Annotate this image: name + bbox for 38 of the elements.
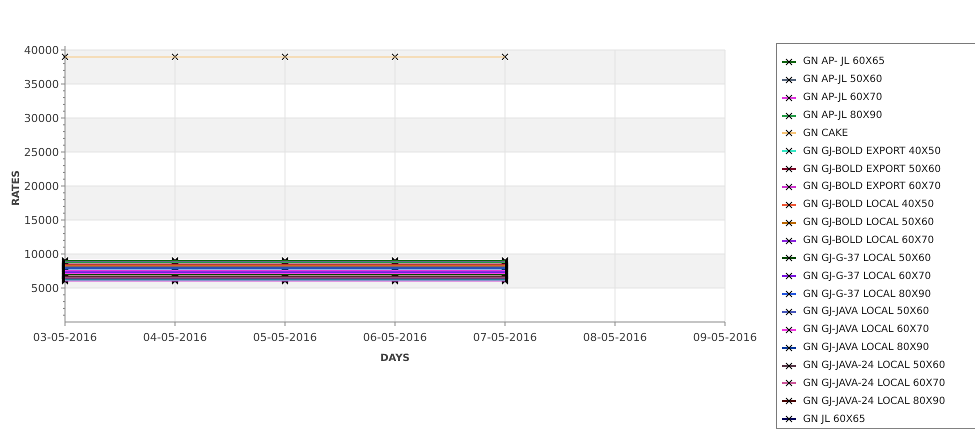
y-tick-label: 5000 [31, 282, 59, 295]
legend-label: GN GJ-G-37 LOCAL 50X60 [803, 252, 931, 264]
legend-label: GN GJ-JAVA-24 LOCAL 60X70 [803, 378, 946, 389]
legend-label: GN CAKE [803, 128, 848, 139]
legend-label: GN JL 60X65 [803, 414, 866, 425]
legend-label: GN AP-JL 80X90 [803, 110, 882, 121]
legend-label: GN GJ-JAVA LOCAL 80X90 [803, 342, 930, 354]
x-tick-label: 05-05-2016 [253, 331, 317, 344]
legend-label: GN GJ-BOLD EXPORT 40X50 [803, 146, 941, 157]
legend-label: GN GJ-BOLD LOCAL 40X50 [803, 199, 934, 210]
y-tick-label: 20000 [24, 180, 59, 193]
x-tick-label: 04-05-2016 [143, 331, 207, 344]
legend-label: GN GJ-G-37 LOCAL 60X70 [803, 270, 931, 282]
legend-label: GN GJ-JAVA-24 LOCAL 50X60 [803, 360, 946, 372]
x-tick-label: 06-05-2016 [363, 331, 427, 344]
y-tick-label: 25000 [24, 146, 59, 159]
y-tick-label: 30000 [24, 112, 59, 125]
x-tick-label: 08-05-2016 [583, 331, 647, 344]
y-tick-label: 15000 [24, 214, 59, 227]
y-axis-title: RATES [11, 170, 22, 206]
legend-label: GN AP-JL 60X70 [803, 92, 882, 104]
legend-label: GN AP-JL 50X60 [803, 74, 882, 86]
y-tick-label: 10000 [24, 248, 59, 261]
legend-label: GN GJ-BOLD EXPORT 60X70 [803, 181, 941, 192]
y-tick-label: 35000 [24, 78, 59, 91]
legend-label: GN GJ-BOLD LOCAL 60X70 [803, 235, 934, 246]
legend-label: GN GJ-G-37 LOCAL 80X90 [803, 288, 931, 300]
legend-label: GN GJ-JAVA-24 LOCAL 80X90 [803, 396, 946, 407]
x-axis-title: DAYS [380, 353, 410, 364]
legend-label: GN GJ-JAVA LOCAL 50X60 [803, 306, 930, 318]
legend-label: GN GJ-JAVA LOCAL 60X70 [803, 324, 930, 336]
x-tick-label: 03-05-2016 [33, 331, 97, 344]
y-tick-label: 40000 [24, 44, 59, 57]
legend-label: GN GJ-BOLD EXPORT 50X60 [803, 164, 941, 175]
x-tick-label: 07-05-2016 [473, 331, 537, 344]
x-tick-label: 09-05-2016 [693, 331, 757, 344]
legend-label: GN AP- JL 60X65 [803, 56, 885, 68]
legend-label: GN GJ-BOLD LOCAL 50X60 [803, 217, 934, 228]
